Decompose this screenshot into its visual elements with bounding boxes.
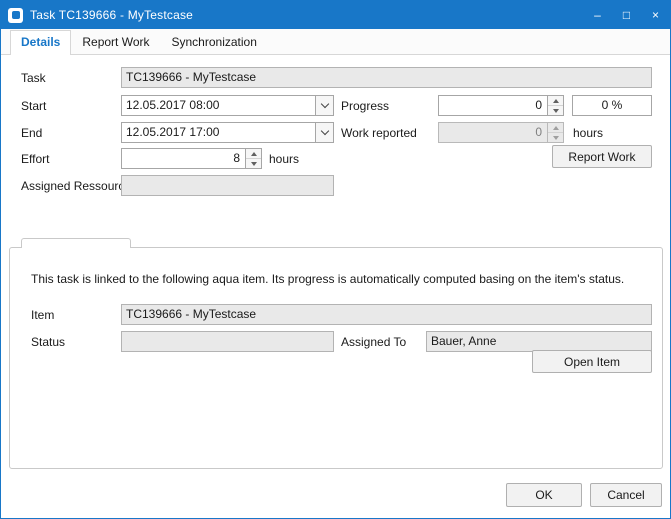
- start-date-combo[interactable]: 12.05.2017 08:00: [121, 95, 334, 116]
- ok-button[interactable]: OK: [506, 483, 582, 507]
- item-field: TC139666 - MyTestcase: [121, 304, 652, 325]
- work-reported-label: Work reported: [341, 126, 417, 140]
- task-field: TC139666 - MyTestcase: [121, 67, 652, 88]
- report-work-button[interactable]: Report Work: [552, 145, 652, 168]
- assigned-to-field: Bauer, Anne: [426, 331, 652, 352]
- linked-item-description: This task is linked to the following aqu…: [31, 272, 624, 286]
- effort-spinner[interactable]: 8: [121, 148, 262, 169]
- arrow-down-icon: [251, 162, 257, 166]
- start-dropdown-button[interactable]: [315, 96, 333, 115]
- arrow-down-icon: [553, 109, 559, 113]
- work-reported-spin-down: [548, 133, 563, 142]
- chevron-down-icon: [320, 100, 328, 108]
- assigned-resource-field: [121, 175, 334, 196]
- window-title: Task TC139666 - MyTestcase: [30, 8, 193, 22]
- arrow-down-icon: [553, 136, 559, 140]
- task-label: Task: [21, 71, 46, 85]
- work-reported-spinner: 0: [438, 122, 564, 143]
- linked-item-group-tab: [21, 238, 131, 248]
- task-dialog: Task TC139666 - MyTestcase – □ × Details…: [0, 0, 671, 519]
- titlebar[interactable]: Task TC139666 - MyTestcase – □ ×: [1, 1, 670, 29]
- progress-spin-down[interactable]: [548, 106, 563, 115]
- arrow-up-icon: [553, 99, 559, 103]
- progress-label: Progress: [341, 99, 389, 113]
- window-controls: – □ ×: [583, 1, 670, 29]
- assigned-to-label: Assigned To: [341, 335, 406, 349]
- effort-spin-up[interactable]: [246, 149, 261, 159]
- tab-strip: Details Report Work Synchronization: [1, 29, 670, 55]
- arrow-up-icon: [553, 126, 559, 130]
- maximize-button[interactable]: □: [612, 1, 641, 29]
- end-dropdown-button[interactable]: [315, 123, 333, 142]
- app-icon-glyph: [12, 11, 20, 19]
- tab-report-work[interactable]: Report Work: [71, 30, 160, 54]
- effort-spin-down[interactable]: [246, 159, 261, 168]
- effort-label: Effort: [21, 152, 49, 166]
- work-reported-spin-buttons: [547, 123, 563, 142]
- status-label: Status: [31, 335, 65, 349]
- app-icon: [8, 8, 23, 23]
- assigned-resource-label: Assigned Ressource: [21, 179, 131, 193]
- end-date-value: 12.05.2017 17:00: [126, 125, 219, 139]
- start-label: Start: [21, 99, 46, 113]
- effort-spin-buttons: [245, 149, 261, 168]
- progress-spinner[interactable]: 0: [438, 95, 564, 116]
- arrow-up-icon: [251, 152, 257, 156]
- effort-unit: hours: [269, 152, 299, 166]
- work-reported-value: 0: [535, 125, 542, 139]
- progress-spin-up[interactable]: [548, 96, 563, 106]
- start-date-value: 12.05.2017 08:00: [126, 98, 219, 112]
- progress-spin-buttons: [547, 96, 563, 115]
- end-label: End: [21, 126, 42, 140]
- effort-value: 8: [233, 151, 240, 165]
- progress-percent-field: 0 %: [572, 95, 652, 116]
- end-date-combo[interactable]: 12.05.2017 17:00: [121, 122, 334, 143]
- status-field: [121, 331, 334, 352]
- item-label: Item: [31, 308, 54, 322]
- open-item-button[interactable]: Open Item: [532, 350, 652, 373]
- tab-synchronization[interactable]: Synchronization: [161, 30, 268, 54]
- minimize-button[interactable]: –: [583, 1, 612, 29]
- close-button[interactable]: ×: [641, 1, 670, 29]
- progress-value: 0: [535, 98, 542, 112]
- work-reported-spin-up: [548, 123, 563, 133]
- cancel-button[interactable]: Cancel: [590, 483, 662, 507]
- work-reported-unit: hours: [573, 126, 603, 140]
- chevron-down-icon: [320, 127, 328, 135]
- tab-details[interactable]: Details: [10, 30, 71, 55]
